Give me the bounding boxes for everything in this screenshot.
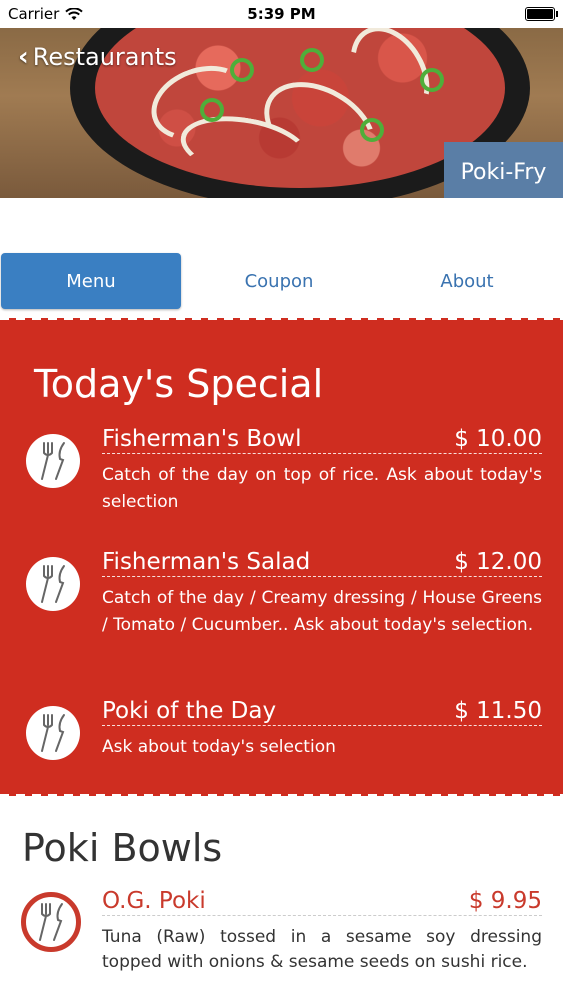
tab-coupon[interactable]: Coupon bbox=[189, 253, 369, 309]
item-price: $ 9.95 bbox=[468, 888, 542, 914]
dashed-divider bbox=[0, 794, 563, 798]
item-name: Fisherman's Salad bbox=[102, 549, 311, 575]
item-price: $ 12.00 bbox=[454, 549, 542, 575]
item-description: Catch of the day / Creamy dressing / Hou… bbox=[102, 588, 542, 635]
item-description: Tuna (Raw) tossed in a sesame soy dressi… bbox=[102, 927, 542, 972]
status-time: 5:39 PM bbox=[247, 5, 316, 23]
restaurant-name-badge: Poki-Fry bbox=[444, 142, 563, 198]
item-description: Catch of the day on top of rice. Ask abo… bbox=[102, 465, 542, 512]
item-price: $ 11.50 bbox=[454, 698, 542, 724]
item-name: Poki of the Day bbox=[102, 698, 277, 724]
special-title: Today's Special bbox=[34, 362, 324, 406]
item-name: O.G. Poki bbox=[102, 888, 206, 914]
fork-knife-icon bbox=[26, 434, 80, 488]
item-description: Ask about today's selection bbox=[102, 737, 336, 757]
tab-about[interactable]: About bbox=[377, 253, 557, 309]
tab-bar: Menu Coupon About bbox=[0, 253, 563, 309]
fork-knife-icon bbox=[21, 892, 81, 952]
item-price: $ 10.00 bbox=[454, 426, 542, 452]
back-label: Restaurants bbox=[32, 43, 177, 71]
hero-image: ‹ Restaurants Poki-Fry bbox=[0, 28, 563, 198]
back-button[interactable]: ‹ Restaurants bbox=[18, 42, 177, 72]
todays-special-section: Today's Special Fisherman's Bowl $ 10.00… bbox=[0, 316, 563, 798]
item-name: Fisherman's Bowl bbox=[102, 426, 302, 452]
dashed-divider bbox=[0, 316, 563, 320]
back-chevron-icon: ‹ bbox=[18, 42, 29, 72]
status-bar: Carrier 5:39 PM bbox=[0, 0, 563, 28]
fork-knife-icon bbox=[26, 706, 80, 760]
tab-menu[interactable]: Menu bbox=[1, 253, 181, 309]
section-title-poki-bowls: Poki Bowls bbox=[22, 826, 223, 870]
battery-icon bbox=[525, 7, 558, 21]
fork-knife-icon bbox=[26, 557, 80, 611]
